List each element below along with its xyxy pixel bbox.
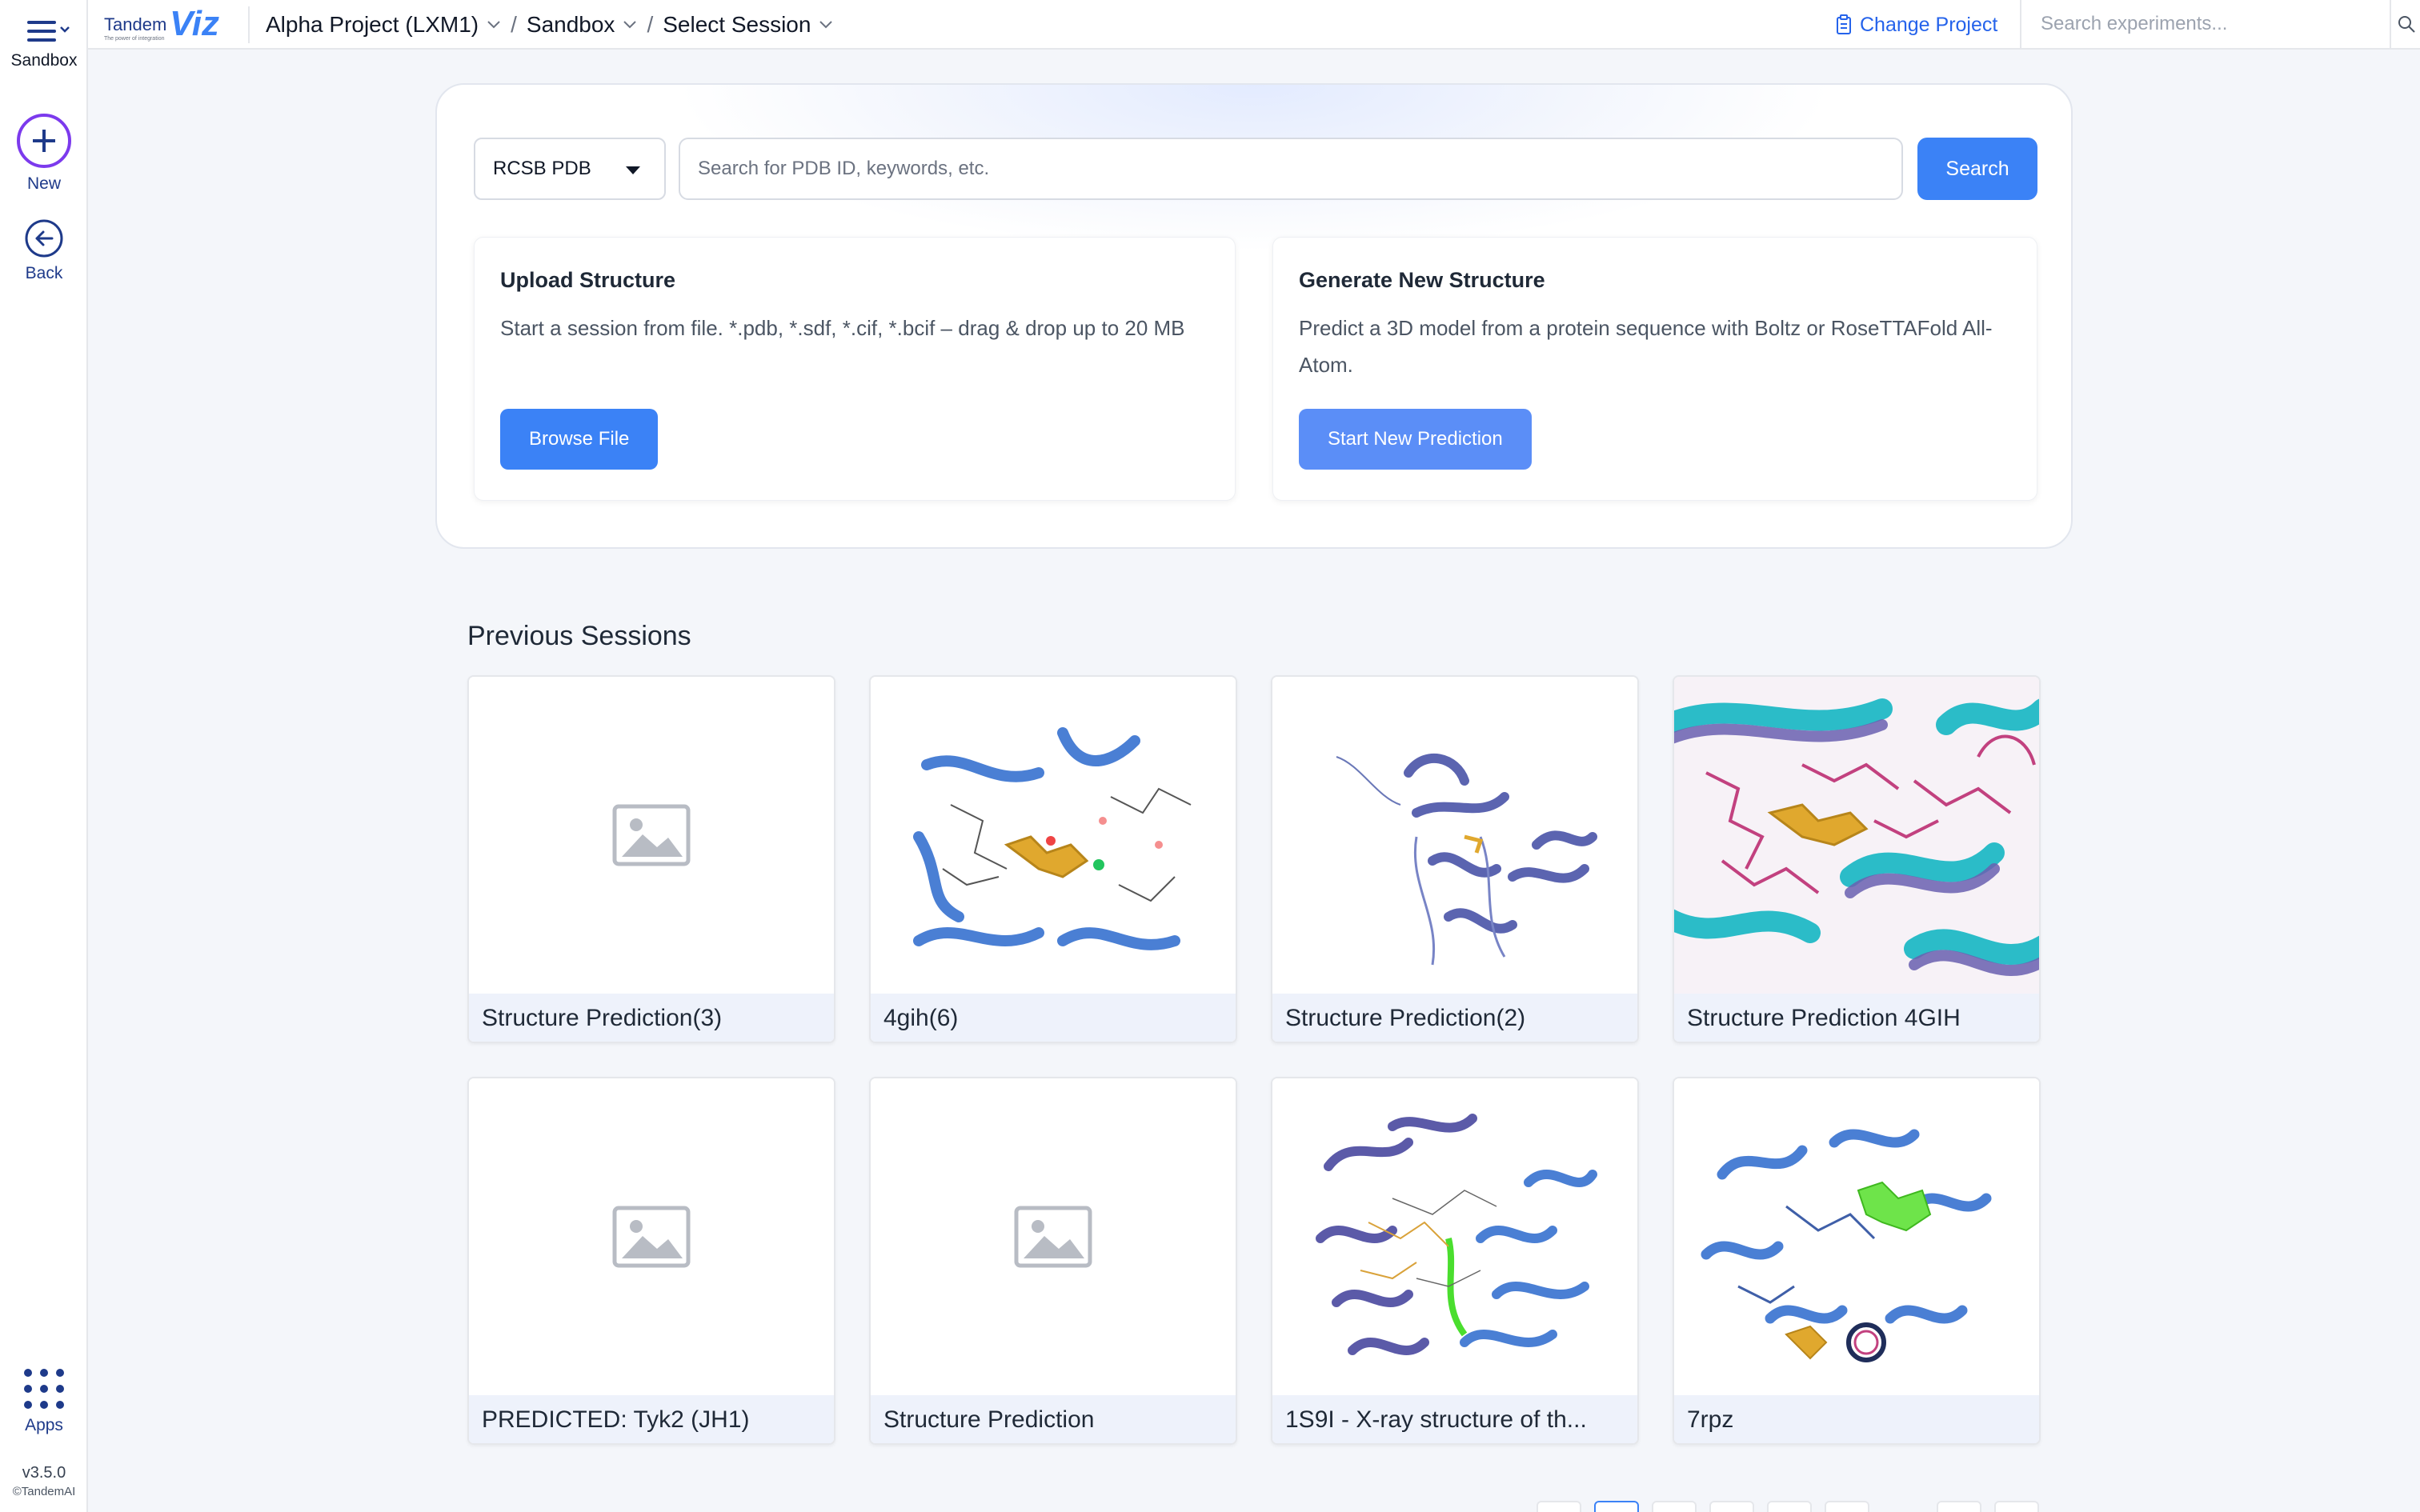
breadcrumb: Alpha Project (LXM1) / Sandbox / Select …: [266, 0, 843, 50]
protein-structure-thumbnail: [1701, 1129, 1992, 1362]
hamburger-menu-icon: [27, 21, 70, 42]
session-thumbnail: [1674, 677, 2039, 994]
start-new-prediction-button[interactable]: Start New Prediction: [1299, 409, 1532, 470]
protein-structure-thumbnail: [1316, 1114, 1597, 1355]
session-name: Structure Prediction(2): [1272, 994, 1637, 1042]
session-name: 4gih(6): [871, 994, 1236, 1042]
session-thumbnail: [1272, 677, 1637, 994]
breadcrumb-session[interactable]: Select Session: [663, 12, 843, 38]
session-thumbnail: [871, 677, 1236, 994]
experiment-search-input[interactable]: [2021, 0, 2382, 48]
chevron-down-icon: [819, 21, 833, 29]
copyright-label: ©TandemAI: [12, 1485, 76, 1498]
search-icon: [2398, 16, 2415, 33]
search-icon-button[interactable]: [2390, 0, 2420, 48]
session-thumbnail: [1272, 1078, 1637, 1395]
pagination-page[interactable]: [1767, 1501, 1812, 1512]
session-thumbnail: [871, 1078, 1236, 1395]
tandemviz-logo-mark: Tandem Viz The power of integration: [104, 4, 219, 43]
session-tile[interactable]: PREDICTED: Tyk2 (JH1): [467, 1077, 835, 1445]
back-label: Back: [25, 264, 63, 282]
new-button[interactable]: New: [0, 112, 88, 194]
session-thumbnail: [1674, 1078, 2039, 1395]
pagination-page[interactable]: [1652, 1501, 1697, 1512]
breadcrumb-separator: /: [511, 12, 517, 37]
apps-label: Apps: [25, 1416, 63, 1434]
logo-divider: [248, 6, 250, 43]
search-button[interactable]: Search: [1917, 138, 2037, 200]
generate-structure-description: Predict a 3D model from a protein sequen…: [1299, 316, 1993, 377]
upload-structure-description: Start a session from file. *.pdb, *.sdf,…: [500, 316, 1185, 340]
protein-structure-thumbnail: [1674, 698, 2039, 977]
placeholder-image-icon: [1014, 1206, 1092, 1268]
chevron-down-icon: [487, 21, 500, 29]
arrow-left-circle-icon: [25, 219, 63, 258]
new-session-panel: RCSB PDB Search Upload Structure Start a…: [435, 83, 2073, 549]
session-tile[interactable]: Structure Prediction 4GIH: [1673, 675, 2041, 1043]
session-tile[interactable]: 4gih(6): [869, 675, 1237, 1043]
svg-text:Tandem: Tandem: [104, 14, 166, 34]
sandbox-menu-button[interactable]: Sandbox: [0, 14, 88, 70]
session-tile[interactable]: Structure Prediction: [869, 1077, 1237, 1445]
pagination-next[interactable]: [1994, 1501, 2039, 1512]
clipboard-icon: [1837, 14, 1851, 34]
placeholder-image-icon: [612, 804, 691, 866]
session-name: PREDICTED: Tyk2 (JH1): [469, 1395, 834, 1443]
session-tile[interactable]: Structure Prediction(3): [467, 675, 835, 1043]
apps-button[interactable]: Apps: [0, 1366, 88, 1435]
generate-structure-card: Generate New Structure Predict a 3D mode…: [1272, 237, 2037, 501]
session-name: Structure Prediction(3): [469, 994, 834, 1042]
session-thumbnail: [469, 677, 834, 994]
breadcrumb-session-label: Select Session: [663, 12, 811, 37]
apps-grid-icon: [24, 1369, 64, 1409]
source-database-value: RCSB PDB: [493, 158, 591, 179]
breadcrumb-project[interactable]: Alpha Project (LXM1): [266, 12, 511, 38]
pagination-page[interactable]: [1709, 1501, 1754, 1512]
previous-sessions-title: Previous Sessions: [467, 621, 691, 651]
source-database-select[interactable]: RCSB PDB: [474, 138, 666, 200]
protein-structure-thumbnail: [1336, 754, 1597, 966]
new-label: New: [26, 174, 61, 193]
session-thumbnail: [469, 1078, 834, 1395]
pdb-search-input[interactable]: [679, 138, 1903, 200]
upload-structure-card: Upload Structure Start a session from fi…: [474, 237, 1236, 501]
plus-circle-icon: [17, 114, 71, 168]
placeholder-image-icon: [612, 1206, 691, 1268]
top-header: Tandem Viz The power of integration Alph…: [88, 0, 2420, 50]
session-name: 7rpz: [1674, 1395, 2039, 1443]
session-name: 1S9I - X-ray structure of th...: [1272, 1395, 1637, 1443]
session-tile[interactable]: 1S9I - X-ray structure of th...: [1271, 1077, 1639, 1445]
svg-text:The power of integration: The power of integration: [104, 36, 165, 42]
caret-down-icon: [626, 166, 640, 174]
breadcrumb-workspace-label: Sandbox: [526, 12, 615, 37]
svg-text:Viz: Viz: [170, 4, 219, 43]
tandemviz-logo[interactable]: Tandem Viz The power of integration: [104, 3, 242, 45]
session-tile[interactable]: Structure Prediction(2): [1271, 675, 1639, 1043]
generate-structure-title: Generate New Structure: [1299, 268, 1545, 292]
browse-file-button[interactable]: Browse File: [500, 409, 659, 470]
session-tile[interactable]: 7rpz: [1673, 1077, 2041, 1445]
change-project-button[interactable]: Change Project: [1836, 0, 1997, 50]
version-label: v3.5.0: [22, 1464, 66, 1482]
sandbox-menu-label: Sandbox: [10, 51, 78, 70]
experiment-search: [2020, 0, 2420, 50]
pagination: [1537, 1501, 1882, 1512]
left-rail: Sandbox New Back Apps v3.5.0 ©TandemAI: [0, 0, 88, 1512]
session-name: Structure Prediction: [871, 1395, 1236, 1443]
pagination-page-last[interactable]: [1937, 1501, 1981, 1512]
pagination-end: [1937, 1501, 2052, 1512]
pagination-page-current[interactable]: [1594, 1501, 1639, 1512]
upload-structure-title: Upload Structure: [500, 268, 676, 292]
pagination-page[interactable]: [1825, 1501, 1869, 1512]
session-name: Structure Prediction 4GIH: [1674, 994, 2039, 1042]
change-project-label: Change Project: [1860, 13, 1998, 36]
chevron-down-icon: [623, 21, 637, 29]
pagination-prev[interactable]: [1537, 1501, 1581, 1512]
protein-structure-thumbnail: [913, 727, 1192, 950]
breadcrumb-workspace[interactable]: Sandbox: [527, 12, 647, 38]
breadcrumb-separator: /: [647, 12, 654, 37]
back-button[interactable]: Back: [0, 218, 88, 283]
breadcrumb-project-label: Alpha Project (LXM1): [266, 12, 479, 37]
